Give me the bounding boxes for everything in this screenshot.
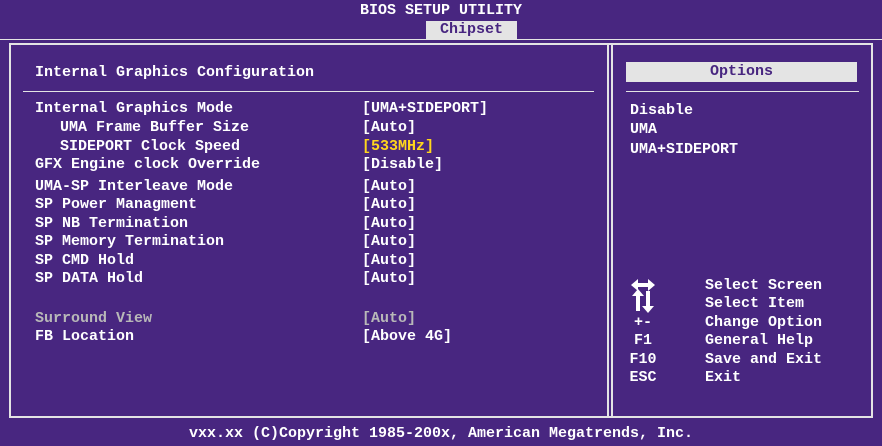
option-uma[interactable]: UMA [630,121,657,139]
setting-label: UMA Frame Buffer Size [60,119,250,136]
setting-value: [Auto] [362,270,417,287]
setting-value: [533MHz] [362,138,435,155]
help-text: Save and Exit [705,351,823,368]
options-rule [626,91,859,92]
setting-label: SP Power Managment [35,196,198,213]
section-title: Internal Graphics Configuration [35,64,315,81]
setting-value: [Above 4G] [362,328,453,345]
setting-value: [Auto] [362,119,417,136]
setting-value: [Disable] [362,156,444,173]
setting-value: [UMA+SIDEPORT] [362,100,489,117]
setting-label: SP NB Termination [35,215,189,232]
option-uma-sideport[interactable]: UMA+SIDEPORT [630,141,738,159]
setting-value: [Auto] [362,196,417,213]
setting-value: [Auto] [362,178,417,195]
setting-label: SP DATA Hold [35,270,144,287]
setting-value: [Auto] [362,252,417,269]
panel-divider [607,43,613,418]
section-rule [23,91,594,92]
help-text: General Help [705,332,814,349]
setting-value: [Auto] [362,233,417,250]
header-title: BIOS SETUP UTILITY [359,2,523,19]
footer-copyright: vxx.xx (C)Copyright 1985-200x, American … [188,425,694,442]
setting-label: UMA-SP Interleave Mode [35,178,234,195]
setting-value: [Auto] [362,215,417,232]
tab-chipset[interactable]: Chipset [426,21,517,39]
setting-label: Surround View [35,310,153,327]
setting-label: GFX Engine clock Override [35,156,261,173]
setting-label: Internal Graphics Mode [35,100,234,117]
help-text: Select Item [705,295,805,312]
setting-label: SP CMD Hold [35,252,135,269]
help-key: F1 [633,332,652,349]
help-key: F10 [629,351,657,368]
help-text: Exit [705,369,742,386]
setting-label: SIDEPORT Clock Speed [60,138,241,155]
help-text: Change Option [705,314,823,331]
help-key: ESC [629,369,657,386]
option-disable[interactable]: Disable [630,102,693,120]
options-header: Options [626,62,857,82]
header-divider [0,39,882,40]
help-key: +- [633,314,652,331]
setting-label: FB Location [35,328,135,345]
setting-label: SP Memory Termination [35,233,225,250]
setting-value: [Auto] [362,310,417,327]
help-text: Select Screen [705,277,823,294]
